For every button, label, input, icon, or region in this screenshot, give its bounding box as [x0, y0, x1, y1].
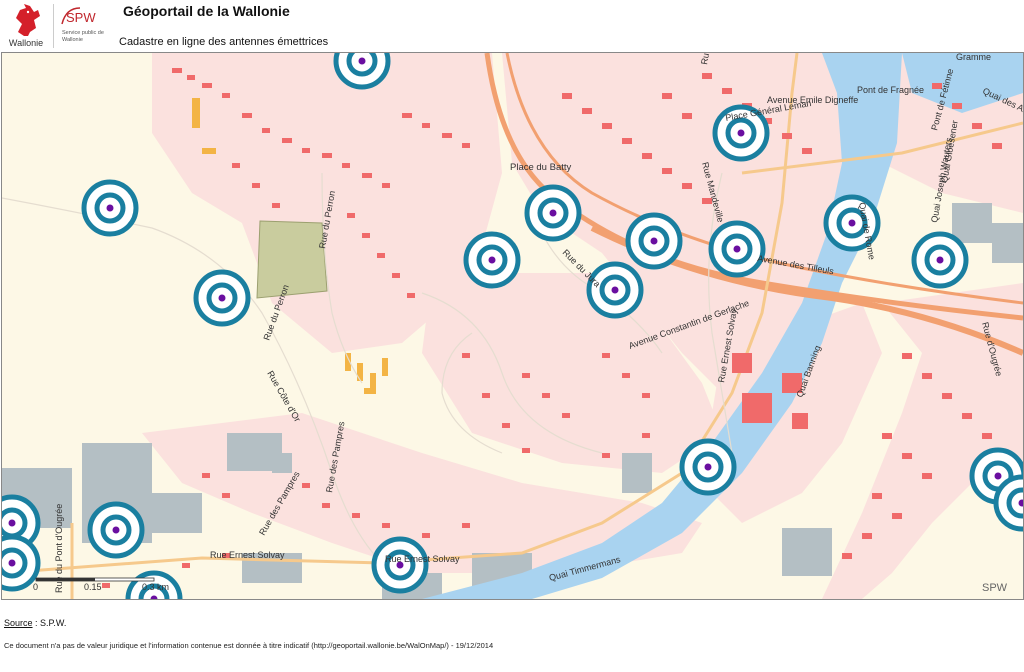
rooster-icon — [16, 4, 40, 36]
footer-disclaimer: Ce document n'a pas de valeur juridique … — [4, 641, 494, 650]
antenna-marker[interactable] — [911, 231, 969, 289]
street-label: Gramme — [956, 53, 991, 62]
wallonie-logo[interactable]: Wallonie — [4, 2, 48, 50]
antenna-marker[interactable] — [625, 212, 683, 270]
antenna-marker[interactable] — [333, 53, 391, 90]
antenna-center-icon — [704, 463, 712, 471]
street-label: Rue Ernest Solvay — [385, 554, 460, 564]
antenna-marker[interactable] — [524, 184, 582, 242]
street-label: Pont de Fragnée — [857, 85, 924, 95]
antenna-center-icon — [650, 237, 658, 245]
antenna-center-icon — [611, 286, 619, 294]
antenna-center-icon — [8, 519, 16, 527]
antenna-center-icon — [936, 256, 944, 264]
antenna-marker[interactable] — [87, 501, 145, 559]
antenna-marker[interactable] — [193, 269, 251, 327]
source-label: Source — [4, 618, 33, 628]
map-view[interactable]: Rue du Perron Rue du Perron Rue Côte d'O… — [1, 52, 1024, 600]
spw-logo-text: SPW — [66, 10, 96, 25]
antenna-center-icon — [488, 256, 496, 264]
scale-tick-label: 0 — [33, 582, 38, 592]
antenna-marker[interactable] — [81, 179, 139, 237]
antenna-center-icon — [848, 219, 856, 227]
spw-logo-subtext: Service public de Wallonie — [62, 30, 104, 43]
antenna-center-icon — [737, 129, 745, 137]
antenna-center-icon — [106, 204, 114, 212]
wallonie-logo-label: Wallonie — [8, 38, 44, 48]
spw-logo[interactable]: SPW Service public de Wallonie — [60, 4, 106, 50]
antenna-center-icon — [994, 472, 1002, 480]
header: Wallonie SPW Service public de Wallonie … — [0, 0, 1024, 52]
logo-divider — [53, 4, 54, 48]
street-label: Rue Ernest Solvay — [210, 550, 285, 560]
antenna-marker[interactable] — [708, 220, 766, 278]
antenna-marker[interactable] — [463, 231, 521, 289]
antenna-center-icon — [218, 294, 226, 302]
antenna-marker[interactable] — [371, 536, 429, 594]
scale-tick-label: 0.3 km — [142, 582, 169, 592]
page-title: Géoportail de la Wallonie — [123, 3, 290, 19]
antenna-center-icon — [358, 57, 366, 65]
antenna-center-icon — [549, 209, 557, 217]
antenna-center-icon — [8, 559, 16, 567]
footer-source: Source : S.P.W. — [4, 618, 66, 628]
scale-tick-label: 0.15 — [84, 582, 102, 592]
antenna-marker[interactable] — [679, 438, 737, 496]
map-watermark: SPW — [982, 582, 1008, 594]
map-canvas[interactable]: Rue du Perron Rue du Perron Rue Côte d'O… — [2, 53, 1023, 599]
page-subtitle: Cadastre en ligne des antennes émettrice… — [119, 36, 329, 48]
antenna-marker[interactable] — [586, 261, 644, 319]
park-area — [256, 220, 328, 299]
place-label: Place du Batty — [510, 162, 572, 173]
antenna-center-icon — [733, 245, 741, 253]
source-value: : S.P.W. — [35, 618, 67, 628]
antenna-center-icon — [112, 526, 120, 534]
